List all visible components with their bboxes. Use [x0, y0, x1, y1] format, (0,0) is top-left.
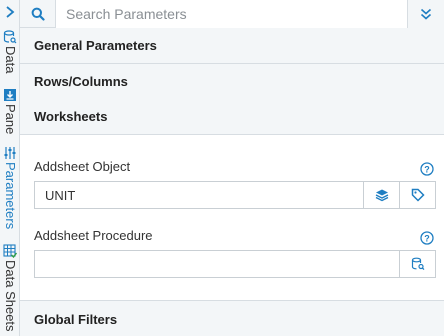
rail-tab-data-sheets[interactable]: Data Sheets: [0, 244, 20, 332]
chevron-right-icon[interactable]: [3, 5, 17, 19]
object-tag-button[interactable]: [400, 181, 436, 209]
search-input[interactable]: [56, 0, 408, 28]
search-button[interactable]: [20, 0, 56, 28]
tag-icon: [411, 188, 425, 202]
section-global-filters[interactable]: Global Filters: [20, 301, 444, 336]
rail-tab-label: Data Sheets: [3, 260, 18, 332]
sliders-icon: [4, 147, 16, 159]
data-sheets-icon: [3, 244, 17, 258]
section-general-parameters[interactable]: General Parameters: [20, 28, 444, 64]
help-icon[interactable]: ?: [420, 231, 434, 245]
procedure-browse-button[interactable]: [400, 250, 436, 278]
svg-text:?: ?: [424, 164, 430, 174]
database-search-icon: [3, 30, 17, 44]
section-rows-columns[interactable]: Rows/Columns: [20, 64, 444, 100]
help-icon[interactable]: ?: [420, 162, 434, 176]
database-search-icon: [411, 257, 424, 271]
addsheet-object-label: Addsheet Object: [34, 159, 131, 174]
object-layers-button[interactable]: [364, 181, 400, 209]
addsheet-procedure-input[interactable]: [34, 250, 400, 278]
rail-tab-label: Pane: [3, 104, 18, 135]
rail-tab-label: Parameters: [3, 162, 18, 230]
rail-tab-pane[interactable]: Pane: [0, 88, 20, 134]
pane-icon: [4, 89, 16, 101]
addsheet-object-input[interactable]: [34, 181, 364, 209]
search-icon: [31, 7, 45, 21]
double-chevron-down-icon: [420, 8, 432, 20]
section-worksheets[interactable]: Worksheets: [20, 99, 444, 135]
rail-tab-data[interactable]: Data: [0, 30, 20, 73]
worksheets-panel: Addsheet Object ? Addsheet Procedure ?: [20, 135, 444, 301]
addsheet-procedure-label: Addsheet Procedure: [34, 228, 153, 243]
rail-tab-parameters[interactable]: Parameters: [0, 146, 20, 229]
layers-icon: [375, 189, 388, 202]
search-bar: [20, 0, 444, 28]
side-rail: Data Pane Parameters Data Sheets: [0, 0, 20, 336]
rail-tab-label: Data: [3, 46, 18, 74]
svg-text:?: ?: [424, 233, 430, 243]
collapse-all-button[interactable]: [408, 0, 444, 28]
